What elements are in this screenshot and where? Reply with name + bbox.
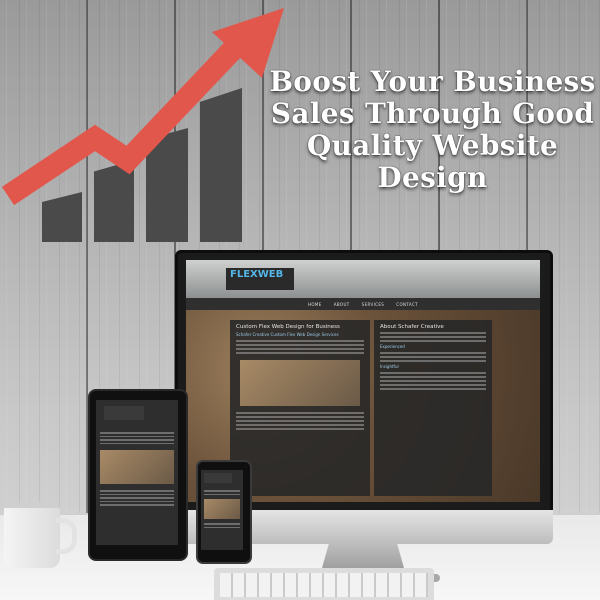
site-header: FLEXWEB — [186, 260, 540, 298]
site-logo: FLEXWEB — [226, 268, 294, 290]
tablet-screen — [96, 400, 178, 545]
site-right-subtitle-2: Insightful — [380, 364, 399, 369]
site-left-subtitle: Schafer Creative Custom Flex Web Design … — [236, 332, 339, 337]
nav-home: HOME — [307, 301, 322, 307]
headline-line-2: Sales Through Good — [270, 97, 595, 130]
tablet-logo — [104, 406, 144, 420]
headline-line-1: Boost Your Business — [269, 65, 596, 98]
site-laptop-image — [240, 360, 360, 406]
site-nav: HOME ABOUT SERVICES CONTACT — [186, 298, 540, 310]
phone-screen — [201, 470, 243, 550]
site-left-title: Custom Flex Web Design for Business — [236, 324, 340, 330]
mug-handle — [56, 518, 77, 554]
nav-services: SERVICES — [361, 301, 385, 307]
nav-contact: CONTACT — [396, 301, 419, 307]
keyboard-keys — [220, 573, 428, 597]
site-right-title: About Schafer Creative — [380, 324, 444, 330]
site-right-panel: About Schafer Creative Experienced Insig… — [374, 320, 492, 496]
tablet-image — [100, 450, 174, 484]
phone-image — [204, 499, 240, 519]
headline: Boost Your Business Sales Through Good Q… — [265, 66, 600, 194]
coffee-mug — [4, 508, 60, 568]
headline-line-3: Quality Website — [306, 129, 559, 162]
site-logo-text: FLEXWEB — [230, 269, 284, 280]
headline-line-4: Design — [377, 161, 488, 194]
phone-logo — [204, 473, 232, 483]
nav-about: ABOUT — [333, 301, 350, 307]
site-right-subtitle: Experienced — [380, 344, 405, 349]
